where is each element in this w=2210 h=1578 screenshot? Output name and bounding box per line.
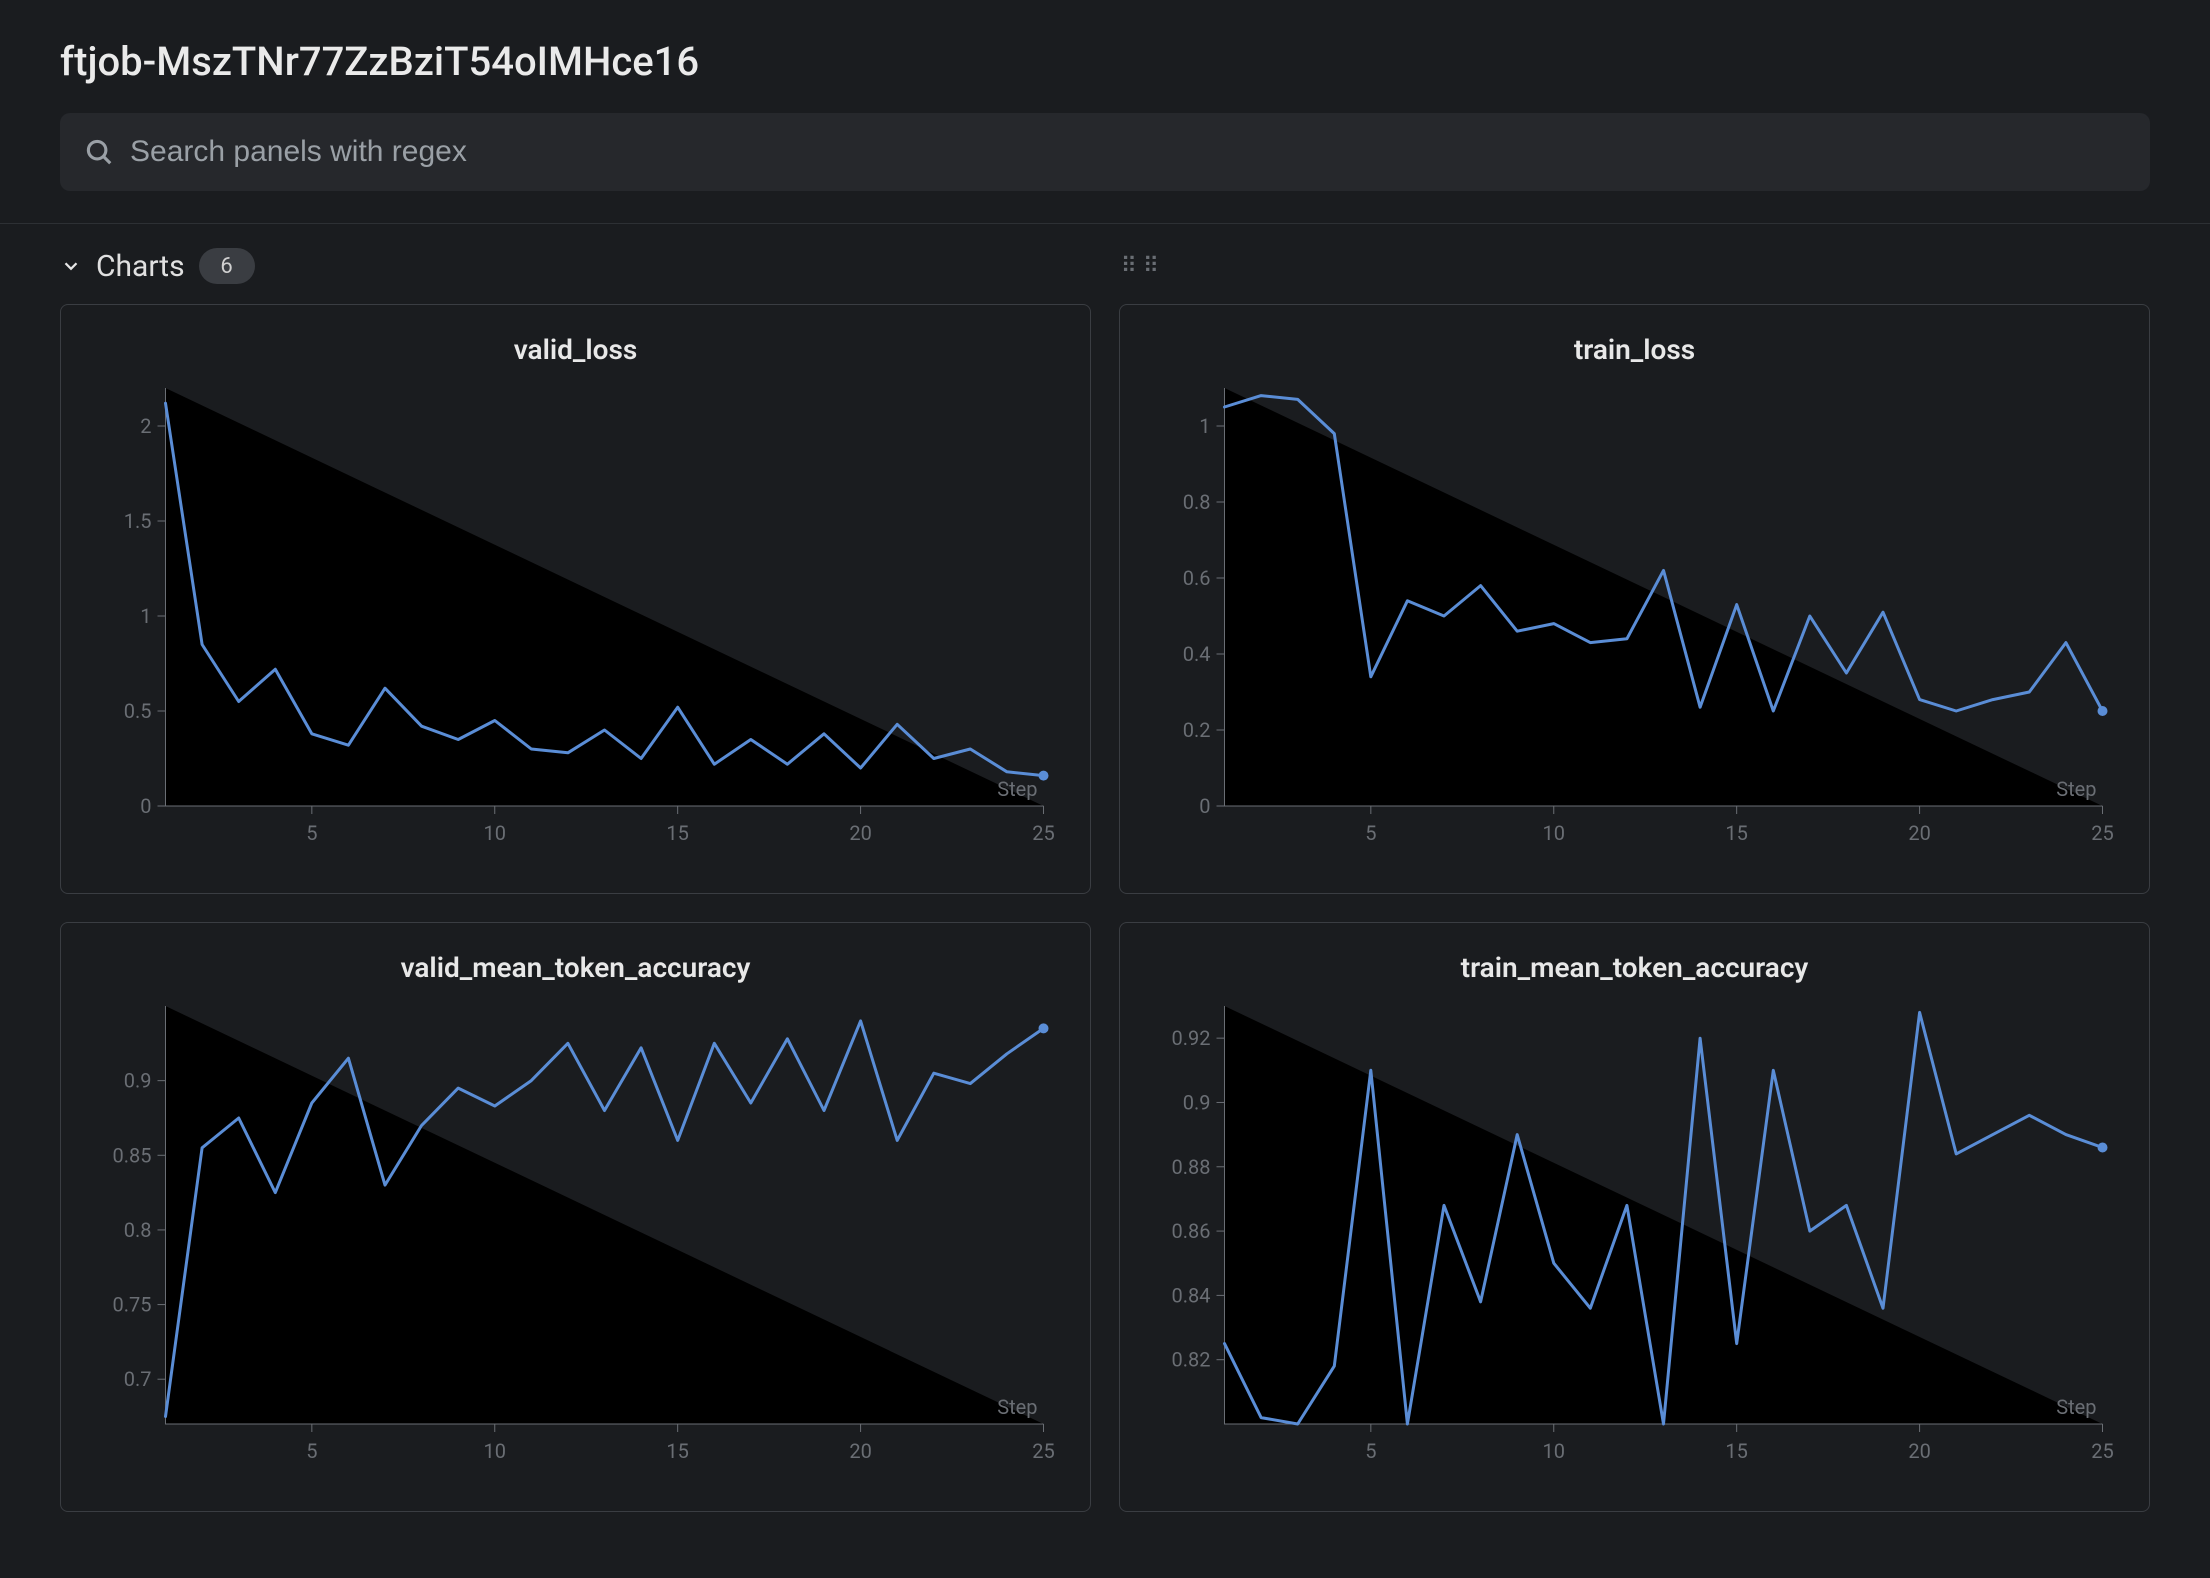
svg-text:5: 5	[1365, 1439, 1376, 1463]
divider	[0, 223, 2210, 224]
section-title: Charts	[96, 249, 185, 284]
svg-text:0.9: 0.9	[1183, 1090, 1211, 1114]
svg-text:5: 5	[306, 821, 317, 845]
x-axis-label: Step	[997, 777, 1037, 801]
svg-text:15: 15	[1725, 821, 1747, 845]
svg-text:5: 5	[306, 1439, 317, 1463]
svg-text:0.86: 0.86	[1172, 1219, 1211, 1243]
svg-text:20: 20	[1908, 1439, 1930, 1463]
svg-text:0.8: 0.8	[1183, 490, 1211, 514]
svg-text:1.5: 1.5	[124, 509, 152, 533]
svg-text:15: 15	[666, 1439, 688, 1463]
svg-text:0.4: 0.4	[1183, 642, 1211, 666]
chart-plot-train_loss: 00.20.40.60.81510152025Step	[1144, 378, 2125, 868]
svg-text:1: 1	[140, 604, 151, 628]
drag-handle-icon[interactable]: ⠿⠿	[1121, 254, 1165, 279]
svg-text:0.8: 0.8	[124, 1218, 152, 1242]
search-icon	[84, 137, 114, 167]
svg-text:15: 15	[666, 821, 688, 845]
x-axis-label: Step	[997, 1395, 1037, 1419]
chart-plot-train_mean_token_accuracy: 0.82 0.84 0.86 0.88 0.9 0.92 5 10 15 20 25 Step	[1144, 996, 2125, 1486]
svg-text:0: 0	[140, 794, 151, 818]
x-axis-label: Step	[2056, 1395, 2096, 1419]
svg-text:0.6: 0.6	[1183, 566, 1211, 590]
section-count-badge: 6	[199, 248, 255, 284]
svg-text:0.9: 0.9	[124, 1069, 152, 1093]
chart-title: train_loss	[1144, 333, 2125, 366]
svg-text:0.84: 0.84	[1172, 1283, 1211, 1307]
chart-panel-valid_loss[interactable]: valid_loss00.511.52510152025Step	[60, 304, 1091, 894]
page-title: ftjob-MszTNr77ZzBziT54oIMHce16	[60, 38, 2150, 85]
svg-text:15: 15	[1725, 1439, 1747, 1463]
chart-panel-train_mean_token_accuracy[interactable]: train_mean_token_accuracy0.820.840.860.8…	[1119, 922, 2150, 1512]
svg-text:20: 20	[849, 1439, 871, 1463]
svg-text:0.82: 0.82	[1172, 1348, 1211, 1372]
chart-title: train_mean_token_accuracy	[1144, 951, 2125, 984]
svg-text:10: 10	[1543, 821, 1565, 845]
svg-text:1: 1	[1199, 414, 1210, 438]
chart-plot-valid_loss: 00.511.52510152025Step	[85, 378, 1066, 868]
svg-text:10: 10	[484, 1439, 506, 1463]
svg-text:0.75: 0.75	[113, 1293, 152, 1317]
svg-text:25: 25	[2091, 821, 2113, 845]
x-axis-label: Step	[2056, 777, 2096, 801]
search-panels[interactable]	[60, 113, 2150, 191]
svg-text:5: 5	[1365, 821, 1376, 845]
svg-text:0: 0	[1199, 794, 1210, 818]
svg-text:20: 20	[1908, 821, 1930, 845]
svg-text:0.7: 0.7	[124, 1367, 152, 1391]
svg-text:25: 25	[1032, 821, 1054, 845]
charts-grid: valid_loss00.511.52510152025Steptrain_lo…	[60, 304, 2150, 1512]
svg-text:25: 25	[2091, 1439, 2113, 1463]
svg-text:10: 10	[1543, 1439, 1565, 1463]
chevron-down-icon[interactable]	[60, 255, 82, 277]
chart-title: valid_loss	[85, 333, 1066, 366]
svg-text:0.92: 0.92	[1172, 1026, 1211, 1050]
svg-text:0.88: 0.88	[1172, 1155, 1211, 1179]
svg-text:0.2: 0.2	[1183, 718, 1211, 742]
svg-text:2: 2	[140, 414, 151, 438]
svg-text:10: 10	[484, 821, 506, 845]
svg-text:0.85: 0.85	[113, 1143, 152, 1167]
svg-text:25: 25	[1032, 1439, 1054, 1463]
chart-plot-valid_mean_token_accuracy: 0.7 0.75 0.8 0.85 0.9 5 10 15 20 25 Step	[85, 996, 1066, 1486]
svg-text:0.5: 0.5	[124, 699, 152, 723]
search-input[interactable]	[60, 113, 2150, 191]
chart-panel-valid_mean_token_accuracy[interactable]: valid_mean_token_accuracy0.70.750.80.850…	[60, 922, 1091, 1512]
chart-panel-train_loss[interactable]: train_loss00.20.40.60.81510152025Step	[1119, 304, 2150, 894]
svg-text:20: 20	[849, 821, 871, 845]
chart-title: valid_mean_token_accuracy	[85, 951, 1066, 984]
